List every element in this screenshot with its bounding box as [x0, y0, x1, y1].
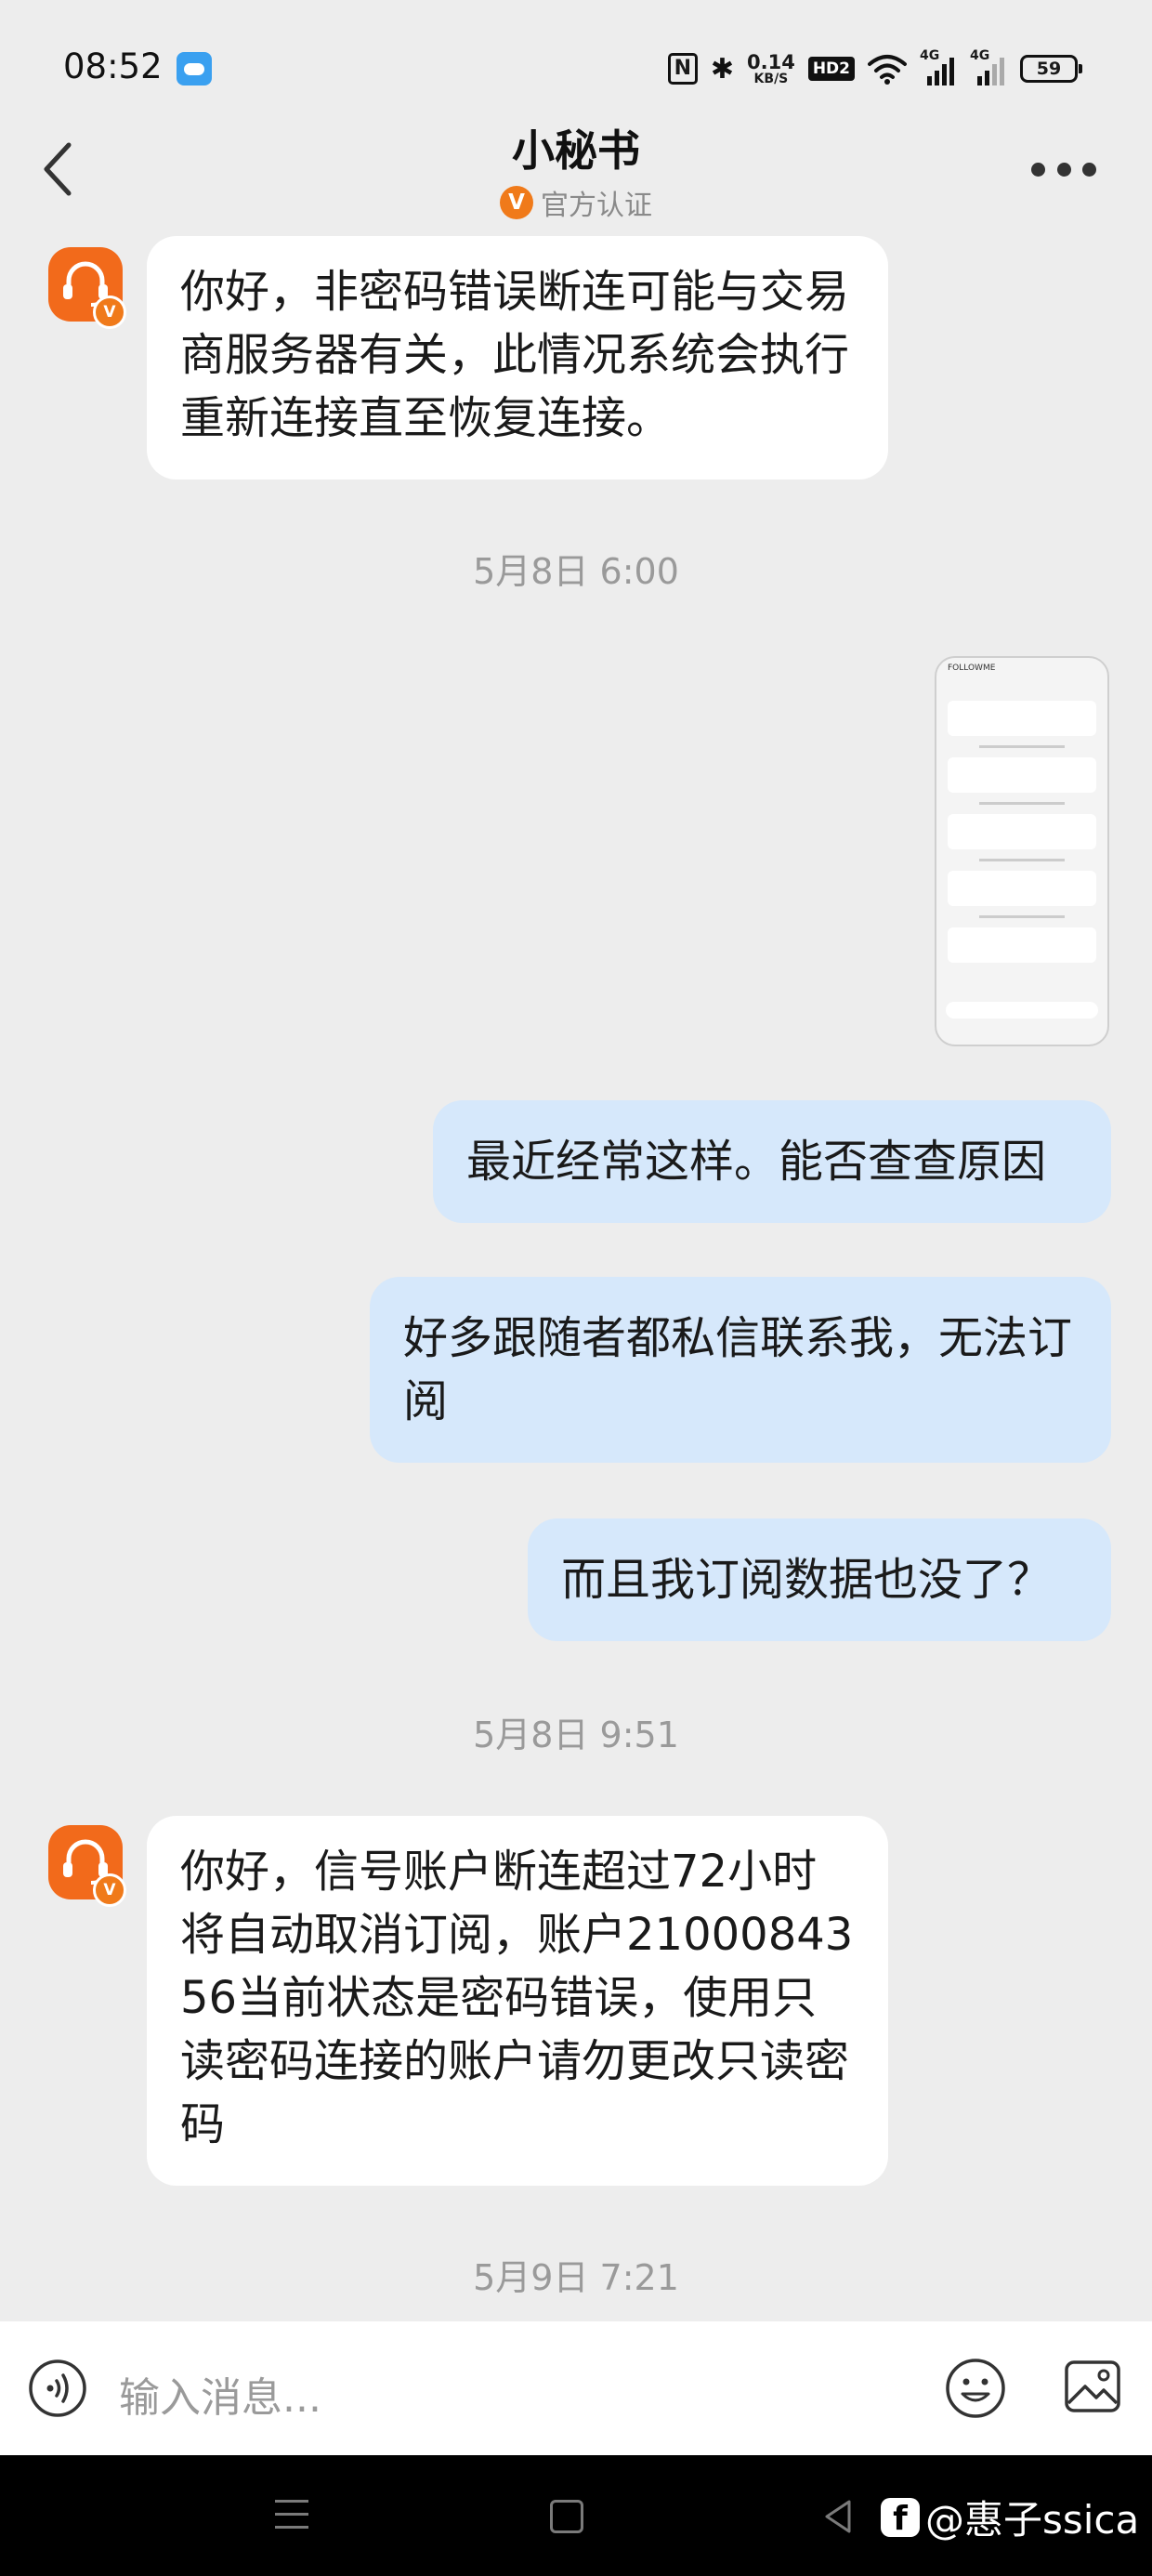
- image-message[interactable]: FOLLOWME: [935, 656, 1109, 1046]
- nav-back-icon[interactable]: [821, 2498, 855, 2535]
- avatar[interactable]: V: [48, 1825, 126, 1907]
- more-options-icon[interactable]: [1031, 160, 1096, 178]
- message-input[interactable]: 输入消息...: [119, 2364, 321, 2424]
- avatar-verified-badge: V: [93, 1873, 126, 1907]
- nfc-icon: N: [667, 53, 698, 85]
- bluetooth-icon: ✱: [710, 52, 734, 85]
- network-speed-unit: KB/S: [753, 71, 789, 86]
- image-thumbnail-title: FOLLOWME: [948, 664, 996, 673]
- status-icons: N ✱ 0.14 KB/S HD2 4G 4G 59: [667, 48, 1082, 89]
- home-icon[interactable]: [550, 2500, 583, 2533]
- timestamp: 5月8日 6:00: [473, 551, 679, 592]
- network-speed: 0.14 KB/S: [747, 50, 795, 86]
- avatar[interactable]: V: [48, 247, 126, 329]
- hd-voice-icon: HD2: [807, 57, 855, 81]
- status-bar: 08:52 N ✱ 0.14 KB/S HD2 4G 4G 59: [0, 0, 1152, 121]
- watermark-text: @惠子ssica: [925, 2497, 1140, 2543]
- image-picker-icon[interactable]: [1063, 2357, 1122, 2416]
- battery-icon: 59: [1020, 55, 1082, 83]
- verified-badge-icon: V: [500, 186, 533, 219]
- wifi-icon: [868, 55, 907, 85]
- watermark: f @惠子ssica: [881, 2489, 1139, 2545]
- timestamp: 5月8日 9:51: [473, 1715, 679, 1755]
- chat-title: 小秘书: [512, 125, 640, 176]
- message-bubble[interactable]: 好多跟随者都私信联系我，无法订阅: [370, 1277, 1111, 1463]
- signal-sim1-tag: 4G: [920, 48, 940, 63]
- verified-label: V 官方认证: [0, 182, 1152, 223]
- weather-icon: [177, 52, 212, 85]
- signal-sim2-tag: 4G: [970, 48, 990, 63]
- input-bar: 输入消息...: [0, 2321, 1152, 2455]
- message-bubble[interactable]: 你好，非密码错误断连可能与交易商服务器有关，此情况系统会执行重新连接直至恢复连接…: [147, 236, 888, 480]
- status-time: 08:52: [63, 46, 163, 86]
- system-nav-bar: f @惠子ssica: [0, 2455, 1152, 2576]
- signal-sim1-icon: 4G: [920, 48, 957, 85]
- timestamp: 5月9日 7:21: [473, 2257, 679, 2298]
- signal-sim2-icon: 4G: [970, 48, 1007, 85]
- emoji-icon[interactable]: [944, 2357, 1007, 2420]
- message-bubble[interactable]: 你好，信号账户断连超过72小时将自动取消订阅，账户2100084356当前状态是…: [147, 1816, 888, 2186]
- recent-apps-icon[interactable]: [275, 2500, 308, 2533]
- message-bubble[interactable]: 而且我订阅数据也没了？: [528, 1518, 1111, 1641]
- facebook-logo-icon: f: [881, 2497, 920, 2538]
- voice-input-icon[interactable]: [28, 2359, 87, 2418]
- network-speed-value: 0.14: [747, 50, 795, 73]
- avatar-verified-badge: V: [93, 296, 126, 329]
- verified-text: 官方认证: [541, 190, 652, 222]
- message-bubble[interactable]: 最近经常这样。能否查查原因: [433, 1100, 1111, 1223]
